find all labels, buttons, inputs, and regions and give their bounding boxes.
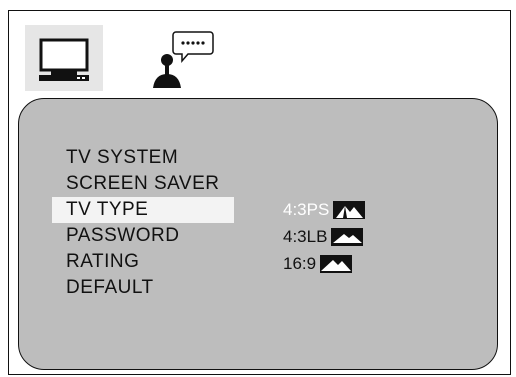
mountain-aspect-icon <box>320 255 353 273</box>
menu-item-password[interactable]: PASSWORD <box>66 223 179 249</box>
option-4-3lb[interactable]: 4:3LB <box>283 226 364 248</box>
option-4-3ps[interactable]: 4:3PS <box>283 199 366 221</box>
menu-item-screen-saver[interactable]: SCREEN SAVER <box>66 171 219 197</box>
option-label: 4:3PS <box>283 200 330 219</box>
option-label: 16:9 <box>283 254 317 273</box>
mountain-aspect-icon <box>331 228 364 246</box>
tv-icon <box>39 38 89 81</box>
menu-item-tv-type[interactable]: TV TYPE <box>52 197 234 223</box>
menu-item-rating[interactable]: RATING <box>66 249 139 275</box>
menu-item-tv-system[interactable]: TV SYSTEM <box>66 145 178 171</box>
mountain-aspect-icon <box>333 201 366 219</box>
menu-item-default[interactable]: DEFAULT <box>66 275 154 301</box>
option-label: 4:3LB <box>283 227 328 246</box>
option-16-9[interactable]: 16:9 <box>283 253 353 275</box>
language-speech-icon[interactable] <box>150 30 214 90</box>
